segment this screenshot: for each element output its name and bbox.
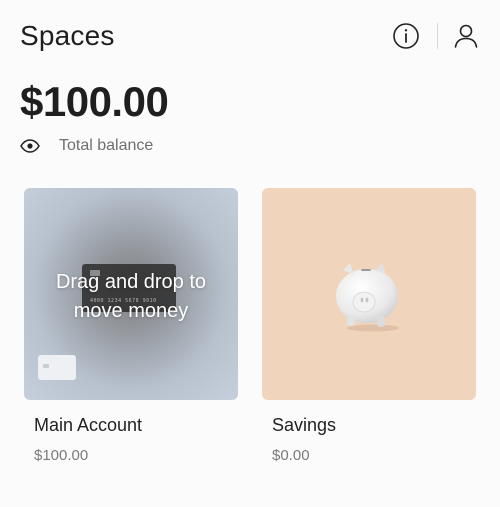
card-icon <box>38 355 76 380</box>
space-name-main-account: Main Account <box>34 415 143 435</box>
info-button[interactable] <box>390 20 422 52</box>
app-header: Spaces <box>0 0 500 70</box>
space-amount-savings: $0.00 <box>272 447 310 464</box>
total-balance-row: Total balance <box>20 136 153 156</box>
drag-drop-hint: Drag and drop to move money <box>24 268 238 326</box>
profile-button[interactable] <box>450 20 482 52</box>
drag-drop-hint-line1: Drag and drop to <box>55 271 207 293</box>
space-amount-main-account: $100.00 <box>34 447 89 464</box>
mini-card-chip <box>43 364 49 368</box>
space-card-main-account[interactable]: 4000 1234 5678 9010 Drag and drop to mov… <box>24 188 238 400</box>
total-balance-amount: $100.00 <box>20 78 169 125</box>
total-balance-label: Total balance <box>59 137 154 154</box>
eye-icon <box>20 139 40 153</box>
page-title: Spaces <box>20 20 115 51</box>
space-name-savings: Savings <box>272 415 337 435</box>
drag-drop-hint-line2: move money <box>73 300 189 322</box>
space-card-savings[interactable] <box>262 188 476 400</box>
user-icon <box>454 24 478 48</box>
piggy-bank-icon <box>336 263 399 332</box>
toggle-balance-visibility-button[interactable] <box>20 136 40 156</box>
info-icon <box>393 23 419 49</box>
header-divider <box>437 23 438 49</box>
